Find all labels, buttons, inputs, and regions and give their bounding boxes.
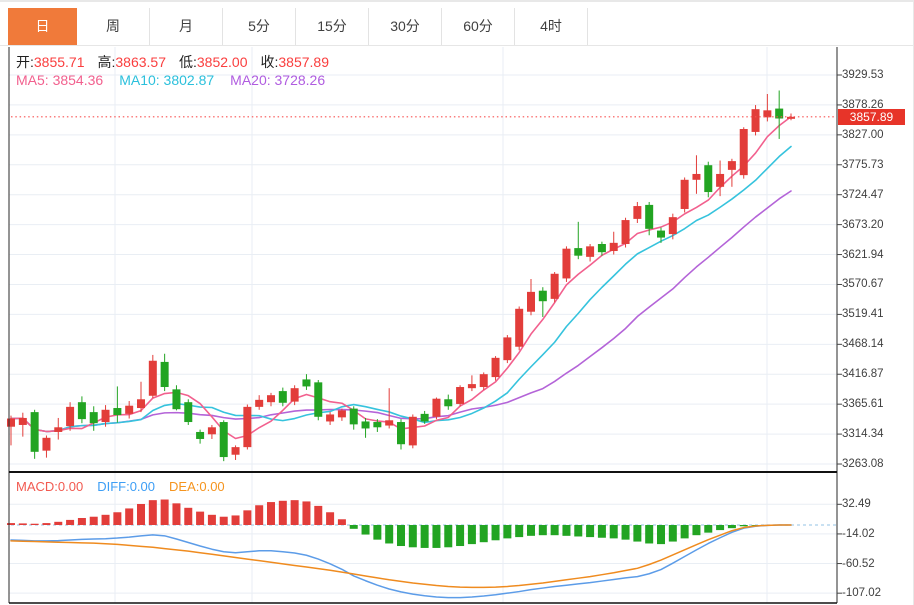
price-axis-label: 3929.53 xyxy=(842,69,912,81)
low-label: 低: xyxy=(179,54,197,70)
price-axis-label: 3621.94 xyxy=(842,249,912,261)
diff-value: DIFF:0.00 xyxy=(97,479,155,494)
open-value: 3855.71 xyxy=(34,54,85,70)
close-value: 3857.89 xyxy=(278,54,329,70)
ma5-readout: MA5: 3854.36 xyxy=(16,72,103,88)
macd-axis-label: -60.52 xyxy=(842,558,912,570)
price-axis-label: 3827.00 xyxy=(842,129,912,141)
price-axis-label: 3775.73 xyxy=(842,159,912,171)
current-price-badge: 3857.89 xyxy=(838,109,905,125)
macd-readout: MACD:0.00 DIFF:0.00 DEA:0.00 xyxy=(16,479,225,494)
price-axis-label: 3365.61 xyxy=(842,398,912,410)
macd-axis-label: -14.02 xyxy=(842,528,912,540)
ma-readout: MA5: 3854.36 MA10: 3802.87 MA20: 3728.26 xyxy=(16,72,325,88)
price-axis-label: 3314.34 xyxy=(842,428,912,440)
price-axis-label: 3673.20 xyxy=(842,219,912,231)
high-value: 3863.57 xyxy=(115,54,166,70)
high-label: 高: xyxy=(98,54,116,70)
macd-axis-label: 32.49 xyxy=(842,498,912,510)
candlestick-series xyxy=(7,90,795,461)
price-axis-label: 3519.41 xyxy=(842,308,912,320)
low-value: 3852.00 xyxy=(197,54,248,70)
price-axis-label: 3724.47 xyxy=(842,189,912,201)
dea-value: DEA:0.00 xyxy=(169,479,225,494)
open-label: 开: xyxy=(16,54,34,70)
macd-value: MACD:0.00 xyxy=(16,479,83,494)
ohlc-readout: 开:3855.71 高:3863.57 低:3852.00 收:3857.89 xyxy=(16,52,342,72)
chart-app-window: 日 周 月 5分 15分 30分 60分 4时 开:3855.71高:3863.… xyxy=(0,0,914,605)
ma20-readout: MA20: 3728.26 xyxy=(230,72,325,88)
price-axis-label: 3416.87 xyxy=(842,368,912,380)
price-axis-label: 3263.08 xyxy=(842,458,912,470)
price-axis-label: 3570.67 xyxy=(842,278,912,290)
macd-axis-label: -107.02 xyxy=(842,587,912,599)
ma10-readout: MA10: 3802.87 xyxy=(119,72,214,88)
price-axis-label: 3468.14 xyxy=(842,338,912,350)
close-label: 收: xyxy=(261,54,279,70)
